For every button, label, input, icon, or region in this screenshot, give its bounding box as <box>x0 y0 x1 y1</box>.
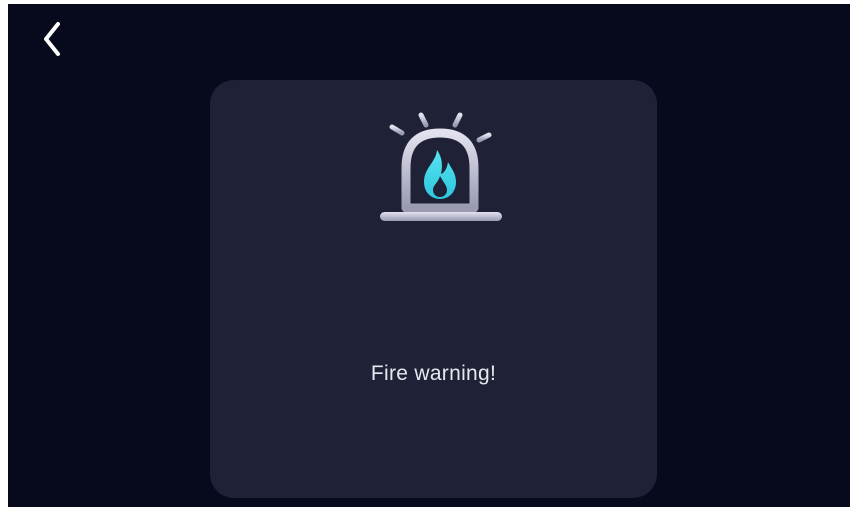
fire-alarm-siren-icon <box>366 102 506 230</box>
back-button[interactable] <box>34 18 74 62</box>
alert-message: Fire warning! <box>370 362 497 385</box>
chevron-left-icon <box>44 22 60 56</box>
screen: Fire warning! <box>8 4 850 507</box>
alert-card: Fire warning! <box>210 80 657 498</box>
